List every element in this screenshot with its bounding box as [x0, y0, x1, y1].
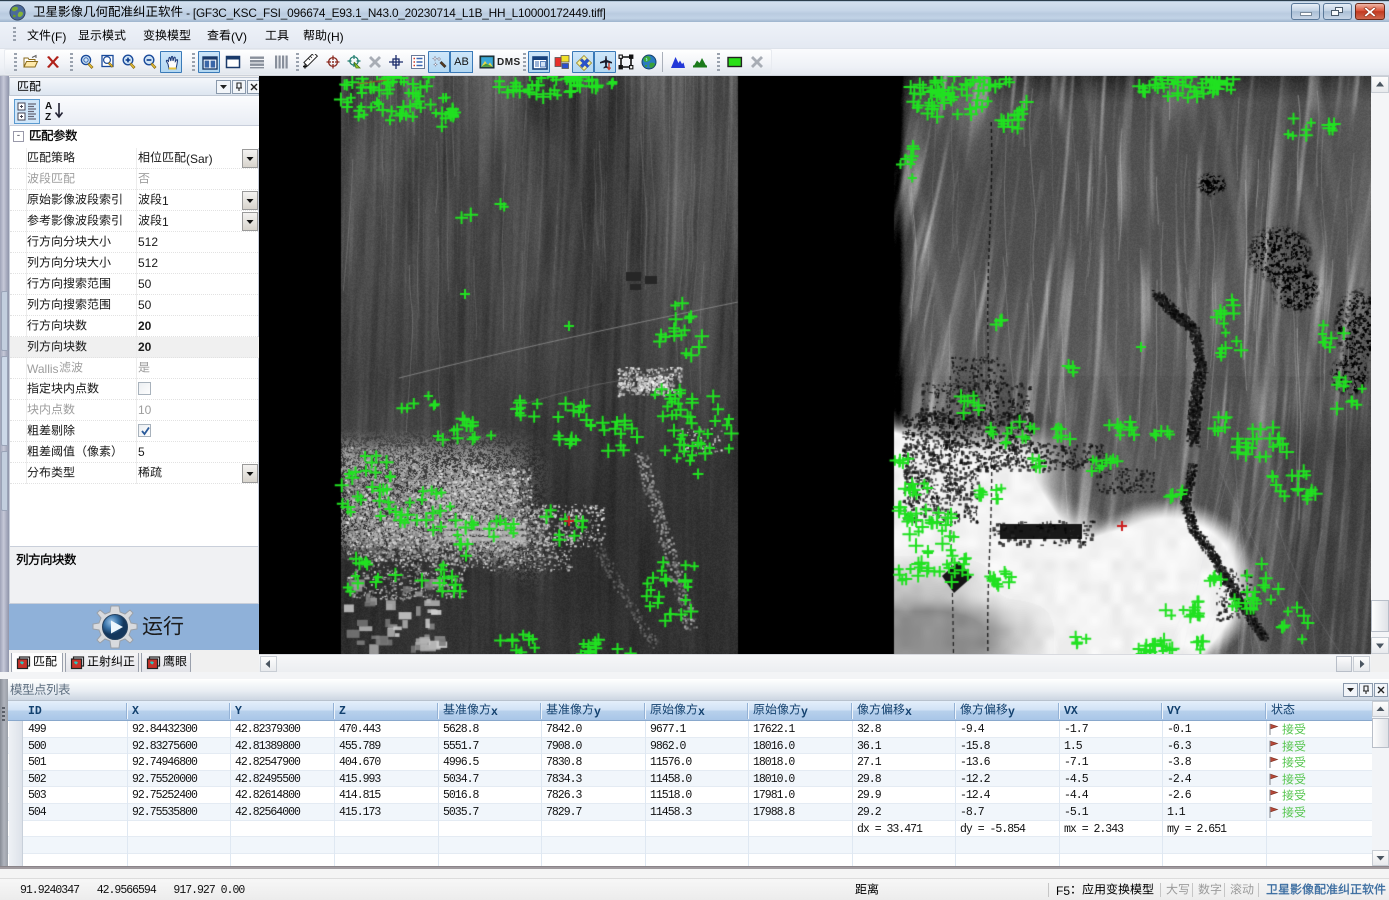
svg-text:Z: Z — [45, 112, 51, 122]
svg-text:A: A — [45, 101, 52, 112]
